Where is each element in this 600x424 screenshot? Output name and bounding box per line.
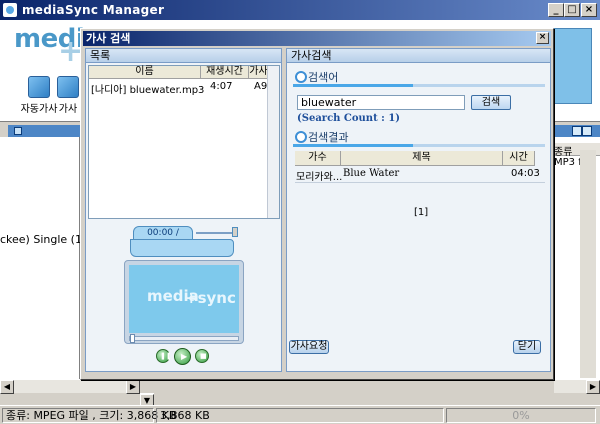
seek-bar[interactable] (129, 334, 239, 343)
left-hscrollbar[interactable]: ◀ ▶ (0, 379, 140, 394)
auto-lyrics-label: 자동가사 (20, 104, 58, 115)
video-screen: media +sync (129, 265, 239, 333)
progress-text: 0% (512, 409, 530, 422)
status-bar: 종류: MPEG 파일 , 크기: 3,868 KB 3,868 KB 0% (0, 405, 600, 424)
lyrics-icon (57, 76, 79, 98)
lyrics-button[interactable]: 가사 (56, 76, 80, 115)
result-title: Blue Water (343, 168, 400, 179)
col-artist[interactable]: 가수 (295, 151, 341, 166)
status-size: 3,868 KB (156, 408, 444, 423)
stop-button[interactable]: ■ (195, 349, 209, 363)
scroll-right-icon[interactable]: ▶ (126, 380, 140, 394)
results-section-title: 검색결과 (293, 129, 545, 144)
progress-bar: 0% (446, 408, 596, 423)
close-dialog-button[interactable]: 닫기 (513, 340, 541, 354)
window-title: mediaSync Manager (22, 3, 165, 17)
seek-handle[interactable] (130, 334, 135, 343)
volume-track[interactable] (196, 232, 234, 234)
dialog-titlebar: 가사 검색 × (83, 31, 551, 46)
file-list: 이름 재생시간 가사 [나디아] bluewater.mp3 4:07 A9 (88, 65, 280, 219)
close-button[interactable]: × (581, 3, 597, 17)
screen-logo-sync: +sync (185, 289, 236, 307)
search-button[interactable]: 검색 (471, 95, 511, 110)
copy-icon[interactable] (582, 126, 592, 136)
play-button[interactable]: ▶ (174, 348, 191, 365)
status-info: 종류: MPEG 파일 , 크기: 3,868 KB (2, 408, 176, 423)
main-titlebar: mediaSync Manager _ □ × (0, 0, 600, 20)
main-vscrollbar[interactable] (580, 150, 596, 378)
folder-icon (14, 127, 22, 135)
list-scrollbar[interactable] (267, 66, 279, 218)
col-duration[interactable]: 재생시간 (201, 66, 249, 79)
request-lyrics-button[interactable]: 가사요청 (289, 340, 329, 354)
dialog-title: 가사 검색 (86, 32, 131, 45)
page-icon[interactable] (572, 126, 582, 136)
lyrics-search-dialog: 가사 검색 × 목록 이름 재생시간 가사 [나디아] bluewater.mp… (80, 28, 554, 380)
section-divider (293, 84, 545, 87)
col-lyrics[interactable]: 가사 (249, 66, 269, 79)
search-panel: 가사검색 검색어 bluewater 검색 (Search Count : 1)… (286, 48, 551, 372)
pause-button[interactable]: ❚❚ (156, 349, 172, 363)
maximize-button[interactable]: □ (564, 3, 580, 17)
preview-panel (552, 28, 592, 104)
col-name[interactable]: 이름 (89, 66, 201, 79)
list-panel-title: 목록 (86, 49, 281, 63)
list-item-name: [나디아] bluewater.mp3 (91, 85, 205, 96)
results-section: 검색결과 가수 제목 시간 모리카와... Blue Water 04:03 [… (293, 129, 545, 218)
folder-bar (8, 125, 80, 137)
col-title[interactable]: 제목 (341, 151, 503, 166)
time-panel (130, 239, 234, 257)
lyrics-label: 가사 (58, 104, 78, 115)
app-icon (3, 3, 17, 17)
list-item-duration: 4:07 (210, 81, 233, 92)
media-player: 00:00 / 00:00 media +sync ❚❚ ▶ ■ (88, 222, 280, 370)
result-time: 04:03 (511, 168, 540, 179)
section-divider-2 (293, 144, 545, 147)
list-item-lyrics: A9 (254, 81, 268, 92)
video-frame: media +sync (124, 260, 244, 344)
search-input[interactable]: bluewater (297, 95, 465, 110)
row-divider (295, 182, 545, 183)
folder-pane: ckee) Single (192 (0, 137, 96, 379)
search-panel-title: 가사검색 (287, 49, 550, 63)
pagination[interactable]: [1] (414, 207, 428, 218)
scroll-right-icon-2[interactable]: ▶ (586, 380, 600, 394)
list-panel: 목록 이름 재생시간 가사 [나디아] bluewater.mp3 4:07 A… (85, 48, 282, 372)
keyword-section-title: 검색어 (293, 69, 545, 84)
dialog-close-icon[interactable]: × (536, 32, 549, 44)
search-count: (Search Count : 1) (297, 113, 401, 124)
volume-slider[interactable] (232, 227, 238, 237)
auto-lyrics-icon (28, 76, 50, 98)
minimize-button[interactable]: _ (548, 3, 564, 17)
keyword-section: 검색어 bluewater 검색 (Search Count : 1) (293, 69, 545, 124)
col-time[interactable]: 시간 (503, 151, 535, 166)
scroll-left-icon[interactable]: ◀ (0, 380, 14, 394)
right-hscrollbar[interactable]: ▶ (554, 379, 600, 394)
result-artist: 모리카와... (296, 172, 343, 183)
right-toolbar-strip (552, 125, 600, 137)
time-display: 00:00 / 00:00 (133, 226, 193, 250)
